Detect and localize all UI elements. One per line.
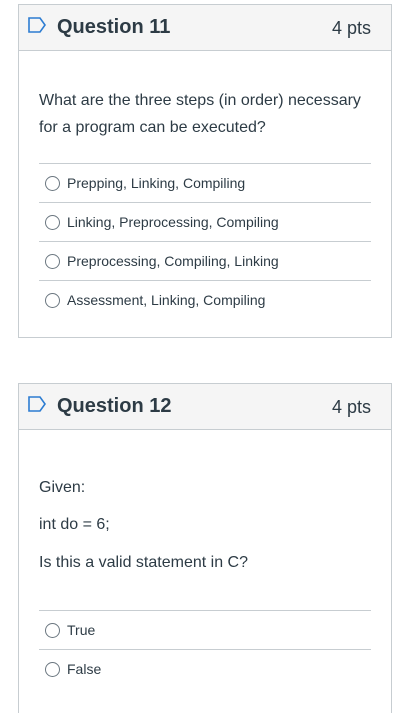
radio-empty-icon[interactable] [45,661,60,677]
radio-empty-icon[interactable] [45,175,60,191]
question-header: Question 12 4 pts [19,384,391,430]
question-text: Given: [39,479,86,496]
question-text: int do = 6; [39,516,110,533]
radio-empty-icon[interactable] [45,214,60,230]
answer-label[interactable]: True [67,622,95,638]
answer-option[interactable]: Preprocessing, Compiling, Linking [39,241,371,280]
answer-list: True False [39,599,371,688]
answer-label[interactable]: Prepping, Linking, Compiling [67,175,245,191]
question-title: Question 12 [57,395,172,417]
answer-option[interactable]: Linking, Preprocessing, Compiling [39,202,371,241]
question-header: Question 11 4 pts [19,5,391,51]
bookmark-flag-icon[interactable] [28,396,46,412]
question-points: 4 pts [331,397,371,417]
question-body: What are the three steps (in order) nece… [19,51,391,319]
question-text: What are the three steps (in order) nece… [39,92,361,109]
answer-option[interactable]: Assessment, Linking, Compiling [39,280,371,319]
answer-list: Prepping, Linking, Compiling Linking, Pr… [39,163,371,319]
answer-option[interactable]: Prepping, Linking, Compiling [39,163,371,202]
question-title: Question 11 [57,16,171,38]
bookmark-flag-icon[interactable] [28,17,46,33]
answer-option[interactable]: False [39,649,371,688]
question-text: for a program can be executed? [39,119,266,136]
answer-label[interactable]: Preprocessing, Compiling, Linking [67,253,279,269]
answer-label[interactable]: Assessment, Linking, Compiling [67,292,265,308]
question-points: 4 pts [331,18,371,38]
question-text: Is this a valid statement in C? [39,554,248,571]
answer-option[interactable]: True [39,610,371,649]
radio-empty-icon[interactable] [45,292,60,308]
question-card-11: Question 11 4 pts What are the three ste… [18,4,392,338]
question-body: Given: int do = 6; Is this a valid state… [19,430,391,688]
radio-empty-icon[interactable] [45,253,60,269]
answer-label[interactable]: Linking, Preprocessing, Compiling [67,214,279,230]
answer-label[interactable]: False [67,661,101,677]
question-card-12: Question 12 4 pts Given: int do = 6; Is … [18,383,392,713]
radio-empty-icon[interactable] [45,622,60,638]
